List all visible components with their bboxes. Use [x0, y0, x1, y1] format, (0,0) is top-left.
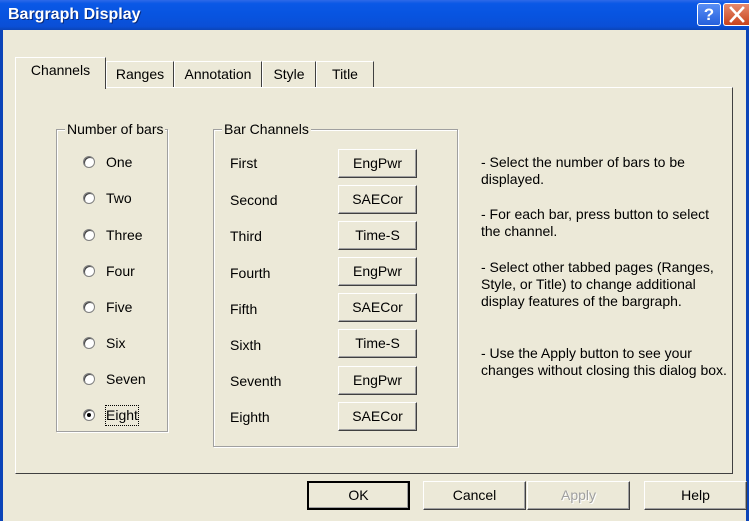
channel-select-button[interactable]: Time-S — [338, 221, 417, 250]
title-bar[interactable]: Bargraph Display ? — [0, 0, 749, 30]
window-border-left — [0, 30, 3, 521]
channel-row-label: First — [230, 155, 258, 171]
channel-select-button[interactable]: Time-S — [338, 329, 417, 358]
radio-label: One — [106, 154, 133, 170]
channel-select-button[interactable]: EngPwr — [338, 257, 417, 286]
radio-label: Four — [106, 263, 135, 279]
channel-row-label: Fifth — [230, 301, 258, 317]
help-text-other-pages: - Select other tabbed pages (Ranges, Sty… — [481, 259, 714, 309]
channel-select-button[interactable]: EngPwr — [338, 366, 417, 395]
channel-select-button[interactable]: SAECor — [338, 185, 417, 214]
apply-button[interactable]: Apply — [527, 481, 630, 510]
radio-circle[interactable] — [83, 192, 95, 204]
window-title: Bargraph Display — [8, 6, 141, 23]
radio-circle[interactable] — [83, 229, 95, 241]
tab-annotation[interactable]: Annotation — [174, 61, 262, 88]
bar-channels-group: Bar Channels First EngPwr Second SAECor … — [213, 120, 458, 447]
tab-ranges[interactable]: Ranges — [106, 61, 174, 88]
channel-select-button[interactable]: EngPwr — [338, 149, 417, 178]
radio-circle[interactable] — [83, 156, 95, 168]
radio-label: Five — [106, 299, 133, 315]
channel-select-button[interactable]: SAECor — [338, 293, 417, 322]
close-x-glyph — [728, 6, 745, 23]
channel-row-label: Sixth — [230, 337, 262, 353]
radio-circle-checked[interactable] — [83, 409, 95, 421]
channel-select-button[interactable]: SAECor — [338, 402, 417, 431]
radio-label: Eight — [105, 405, 139, 426]
bar-channels-label: Bar Channels — [222, 120, 311, 138]
tab-style[interactable]: Style — [262, 61, 316, 88]
radio-circle[interactable] — [83, 373, 95, 385]
ok-button[interactable]: OK — [307, 481, 410, 510]
help-text-apply: - Use the Apply button to see your chang… — [481, 345, 727, 378]
channel-row-label: Second — [230, 192, 278, 208]
help-question-icon[interactable]: ? — [697, 3, 721, 26]
radio-label: Seven — [106, 371, 146, 387]
help-button[interactable]: Help — [644, 481, 747, 510]
channel-row-label: Eighth — [230, 409, 270, 425]
channel-row-label: Seventh — [230, 373, 282, 389]
close-icon[interactable] — [723, 3, 749, 26]
help-text-press-button: - For each bar, press button to select t… — [481, 206, 710, 239]
channels-tab-panel: Number of bars One Two Three Four Five S… — [15, 87, 733, 474]
channel-row-label: Fourth — [230, 265, 271, 281]
radio-circle[interactable] — [83, 337, 95, 349]
radio-label: Six — [106, 335, 126, 351]
cancel-button[interactable]: Cancel — [423, 481, 526, 510]
tab-channels[interactable]: Channels — [15, 57, 106, 89]
radio-label: Three — [106, 227, 143, 243]
channel-row-label: Third — [230, 228, 262, 244]
radio-circle[interactable] — [83, 301, 95, 313]
radio-label: Two — [106, 190, 132, 206]
radio-circle[interactable] — [83, 265, 95, 277]
help-text-select-number: - Select the number of bars to be displa… — [481, 154, 685, 187]
tab-title[interactable]: Title — [316, 61, 374, 88]
number-of-bars-label: Number of bars — [65, 120, 166, 138]
number-of-bars-group: Number of bars One Two Three Four Five S… — [56, 120, 168, 432]
